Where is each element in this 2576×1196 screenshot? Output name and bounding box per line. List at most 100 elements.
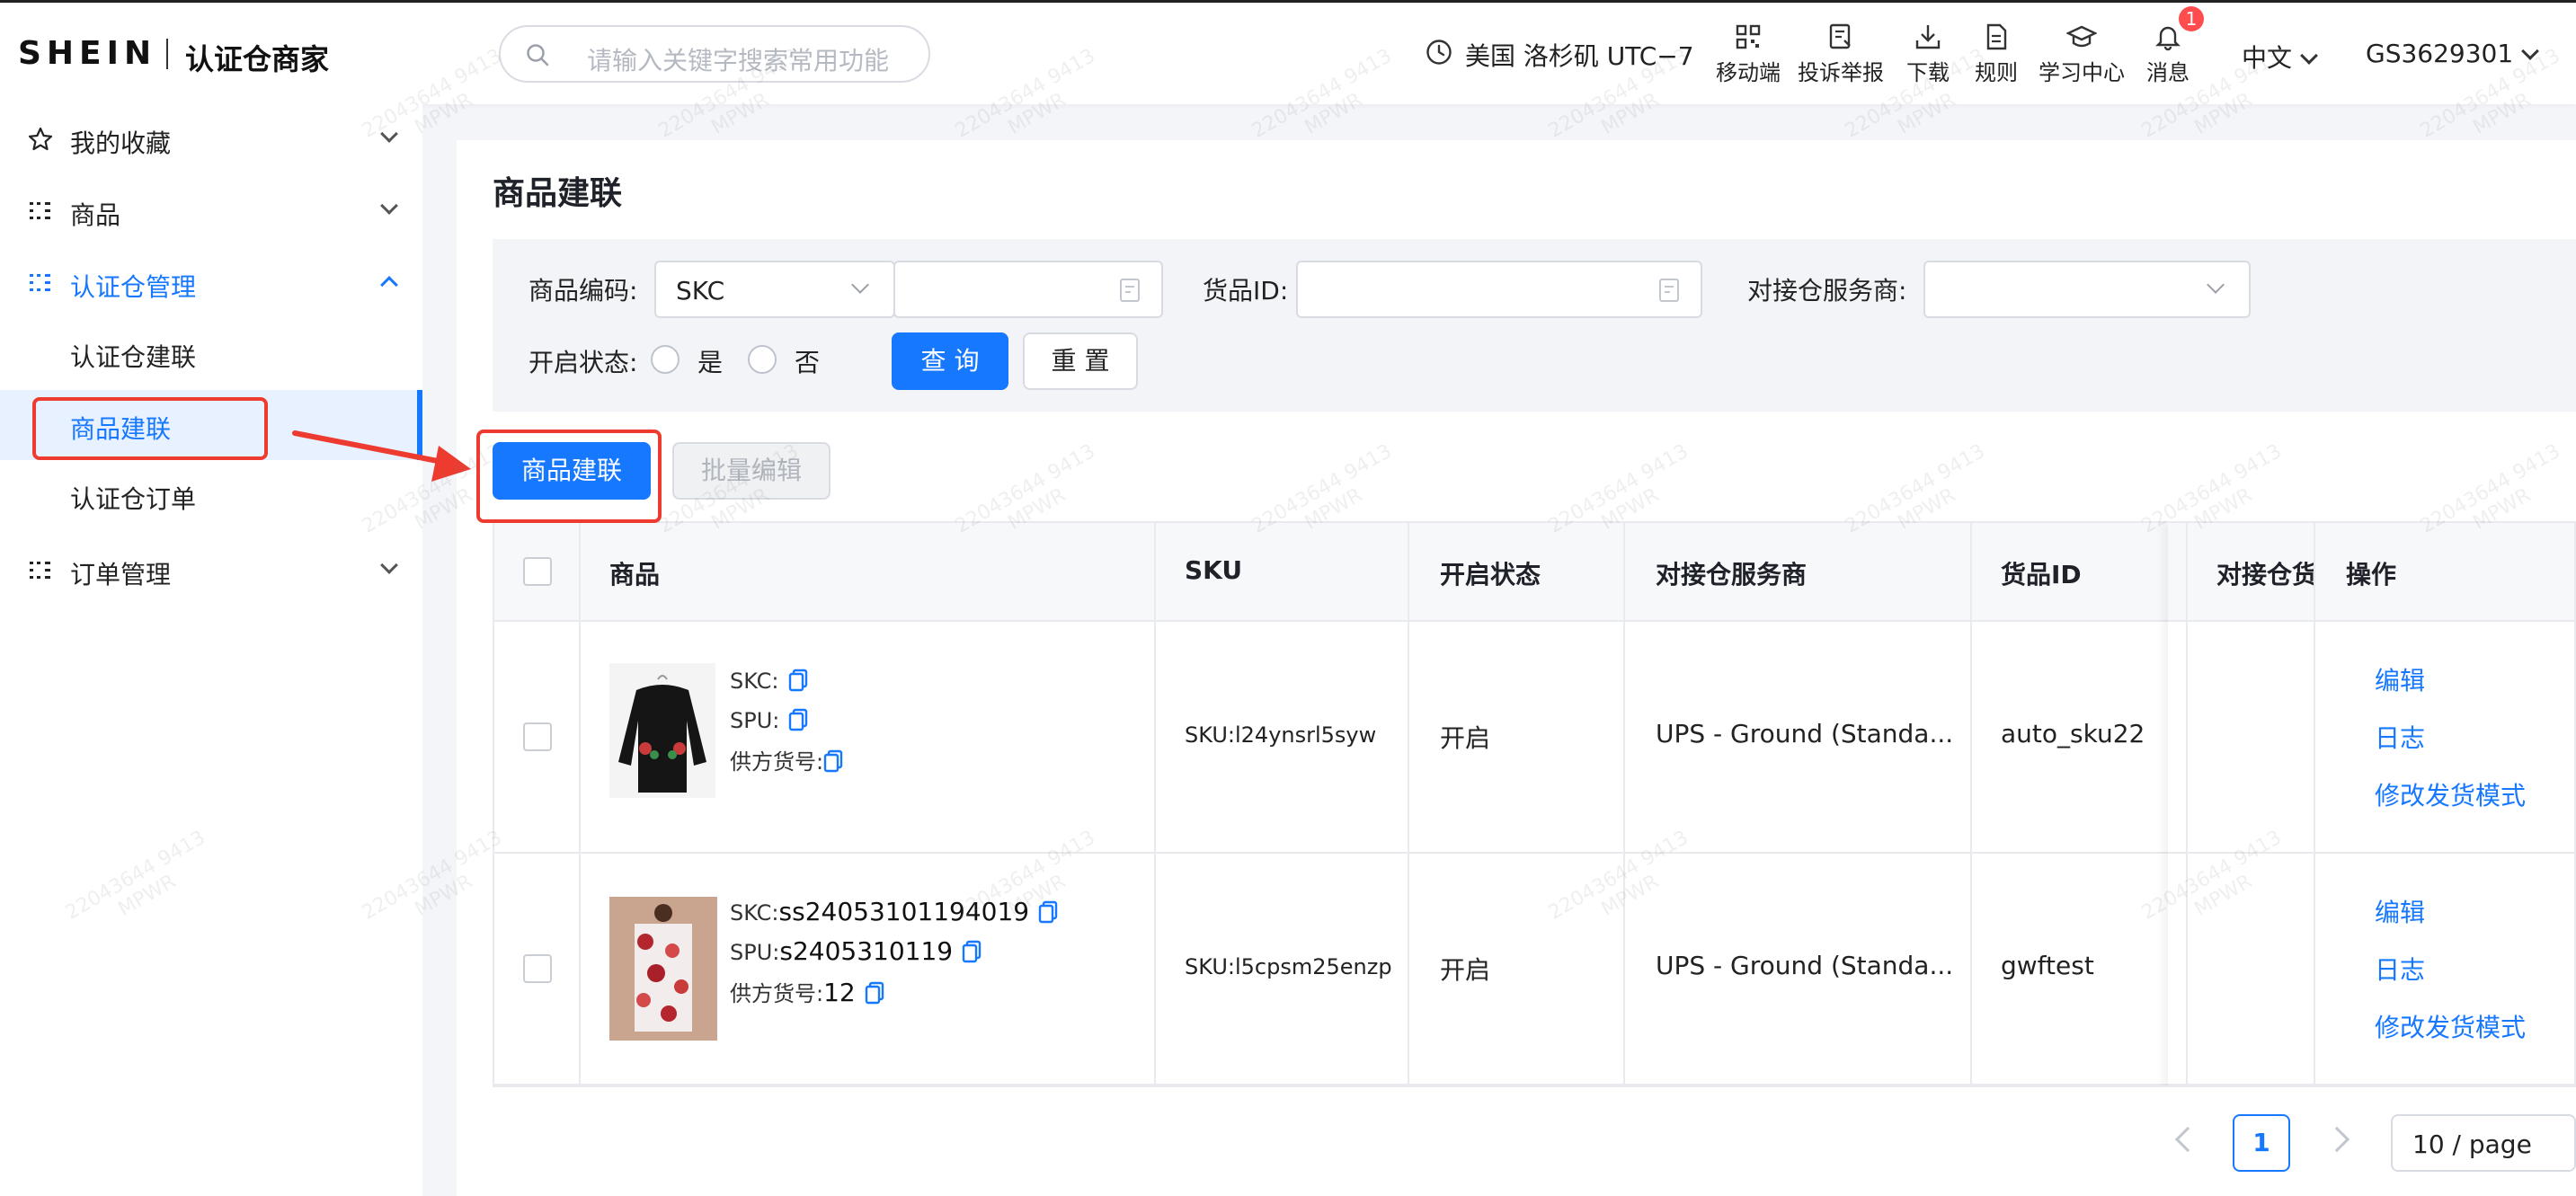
- shein-logo[interactable]: SHEIN: [18, 35, 156, 72]
- account-menu[interactable]: GS3629301: [2366, 39, 2540, 68]
- nav-mobile[interactable]: 移动端: [1712, 22, 1784, 86]
- nav-label: 移动端: [1716, 60, 1781, 85]
- global-search-box[interactable]: 请输入关键字搜索常用功能: [499, 25, 930, 83]
- nav-messages[interactable]: 消息 1: [2145, 6, 2204, 86]
- nav-learning-center[interactable]: 学习中心: [2037, 22, 2127, 86]
- bell-icon: [2155, 26, 2181, 51]
- chevron-down-icon: [380, 556, 398, 574]
- copy-icon[interactable]: [962, 940, 982, 963]
- sidebar-item-order-management[interactable]: 订单管理: [0, 536, 422, 606]
- status-value: 开启: [1440, 955, 1491, 985]
- skc-label: SKC:: [730, 669, 779, 694]
- skc-line: SKC:: [730, 665, 808, 695]
- current-page[interactable]: 1: [2233, 1114, 2290, 1172]
- search-icon: [527, 44, 549, 66]
- select-all-checkbox[interactable]: [523, 557, 552, 586]
- status-yes-radio[interactable]: [651, 345, 680, 374]
- spu-label: SPU:: [730, 708, 780, 733]
- language-selector[interactable]: 中文: [2242, 39, 2318, 75]
- nav-label: 下载: [1906, 60, 1950, 85]
- chevron-down-icon: [380, 125, 398, 143]
- sidebar-item-label: 订单管理: [70, 560, 172, 589]
- copy-icon[interactable]: [788, 708, 808, 731]
- star-icon: [28, 127, 53, 151]
- status-label: 开启状态:: [529, 348, 638, 377]
- provider-value: UPS - Ground (Standa...: [1656, 951, 1954, 980]
- goods-id-input[interactable]: [1296, 261, 1702, 318]
- status-no-label: 否: [795, 348, 821, 377]
- code-type-select[interactable]: SKC: [654, 261, 895, 318]
- batch-input-icon[interactable]: [1657, 277, 1683, 304]
- goods-id-value: auto_sku22: [2001, 719, 2145, 749]
- account-id: GS3629301: [2366, 39, 2514, 68]
- next-page-icon[interactable]: [2323, 1126, 2350, 1153]
- prev-page-icon[interactable]: [2174, 1126, 2201, 1153]
- chevron-down-icon: [851, 276, 869, 294]
- annotation-arrow: [292, 430, 471, 482]
- nav-label: 规则: [1975, 60, 2018, 85]
- code-label: 商品编码:: [529, 276, 638, 306]
- batch-edit-button[interactable]: 批量编辑: [672, 442, 831, 500]
- status-no-radio[interactable]: [748, 345, 777, 374]
- provider-value: UPS - Ground (Standa...: [1656, 719, 1954, 749]
- sidebar-sub-label: 认证仓订单: [70, 484, 197, 514]
- col-header-product: 商品: [609, 560, 661, 589]
- copy-icon[interactable]: [788, 669, 808, 692]
- sidebar-item-label: 我的收藏: [70, 128, 172, 158]
- sidebar-sub-warehouse-link[interactable]: 认证仓建联: [0, 318, 422, 388]
- copy-icon[interactable]: [823, 749, 843, 773]
- sidebar: 我的收藏 商品 认证仓管理 认证仓建联 商品建联 认证仓订单 订单管理: [0, 104, 422, 1196]
- provider-select[interactable]: [1923, 261, 2251, 318]
- mobile-qr-icon: [1736, 24, 1761, 49]
- batch-input-icon[interactable]: [1118, 277, 1143, 304]
- product-thumbnail-black-sweatshirt[interactable]: [609, 663, 715, 798]
- code-type-value: SKC: [676, 276, 725, 306]
- code-input[interactable]: [893, 261, 1163, 318]
- copy-icon[interactable]: [865, 981, 884, 1005]
- chevron-up-icon: [380, 276, 398, 294]
- main-content: 商品建联 商品编码: SKC 货品ID: 对接仓服务商: 开启状态: 是 否 查…: [457, 140, 2576, 1196]
- timezone-label[interactable]: 美国 洛杉矶 UTC−7: [1465, 37, 1694, 73]
- nav-label: 投诉举报: [1798, 60, 1884, 85]
- reset-button[interactable]: 重 置: [1023, 332, 1138, 390]
- nav-report[interactable]: 投诉举报: [1796, 22, 1886, 86]
- report-icon: [1829, 23, 1851, 49]
- spu-value: s2405310119: [779, 936, 954, 966]
- nav-download[interactable]: 下载: [1902, 22, 1954, 86]
- sidebar-item-label: 商品: [70, 200, 121, 230]
- sidebar-item-products[interactable]: 商品: [0, 176, 422, 246]
- sidebar-sub-label: 认证仓建联: [70, 342, 197, 372]
- rules-doc-icon: [1986, 23, 2007, 50]
- list-icon: [30, 202, 50, 219]
- sidebar-highlight-box: [32, 397, 268, 460]
- goods-id-value: gwftest: [2001, 951, 2094, 980]
- row-checkbox[interactable]: [523, 722, 552, 751]
- list-icon: [30, 562, 50, 579]
- fixed-actions-column: [2168, 523, 2574, 1085]
- chevron-down-icon: [2521, 42, 2540, 60]
- chevron-down-icon: [380, 197, 398, 215]
- logo-divider: [166, 39, 168, 69]
- spu-line: SPU:: [730, 704, 808, 734]
- sidebar-item-label: 认证仓管理: [70, 272, 197, 302]
- button-highlight-box: [476, 430, 662, 523]
- nav-rules[interactable]: 规则: [1970, 22, 2022, 86]
- clock-icon: [1426, 40, 1452, 65]
- page-size-select[interactable]: 10 / page: [2391, 1114, 2576, 1172]
- status-value: 开启: [1440, 723, 1491, 753]
- search-placeholder: 请输入关键字搜索常用功能: [587, 46, 890, 75]
- col-header-goods-id: 货品ID: [2001, 560, 2082, 589]
- product-thumbnail-floral-dress[interactable]: [609, 897, 717, 1041]
- row-checkbox[interactable]: [523, 954, 552, 983]
- skc-value: ss24053101194019: [778, 897, 1030, 926]
- supplier-value: 12: [823, 978, 856, 1007]
- copy-icon[interactable]: [1038, 900, 1058, 924]
- status-yes-label: 是: [697, 348, 724, 377]
- nav-label: 消息: [2146, 60, 2190, 85]
- sidebar-item-certified-warehouse[interactable]: 认证仓管理: [0, 248, 422, 318]
- search-button[interactable]: 查 询: [892, 332, 1008, 390]
- sidebar-item-favorites[interactable]: 我的收藏: [0, 104, 422, 174]
- provider-label: 对接仓服务商:: [1747, 276, 1907, 306]
- chevron-down-icon: [2300, 47, 2318, 65]
- spu-label: SPU:: [730, 940, 780, 965]
